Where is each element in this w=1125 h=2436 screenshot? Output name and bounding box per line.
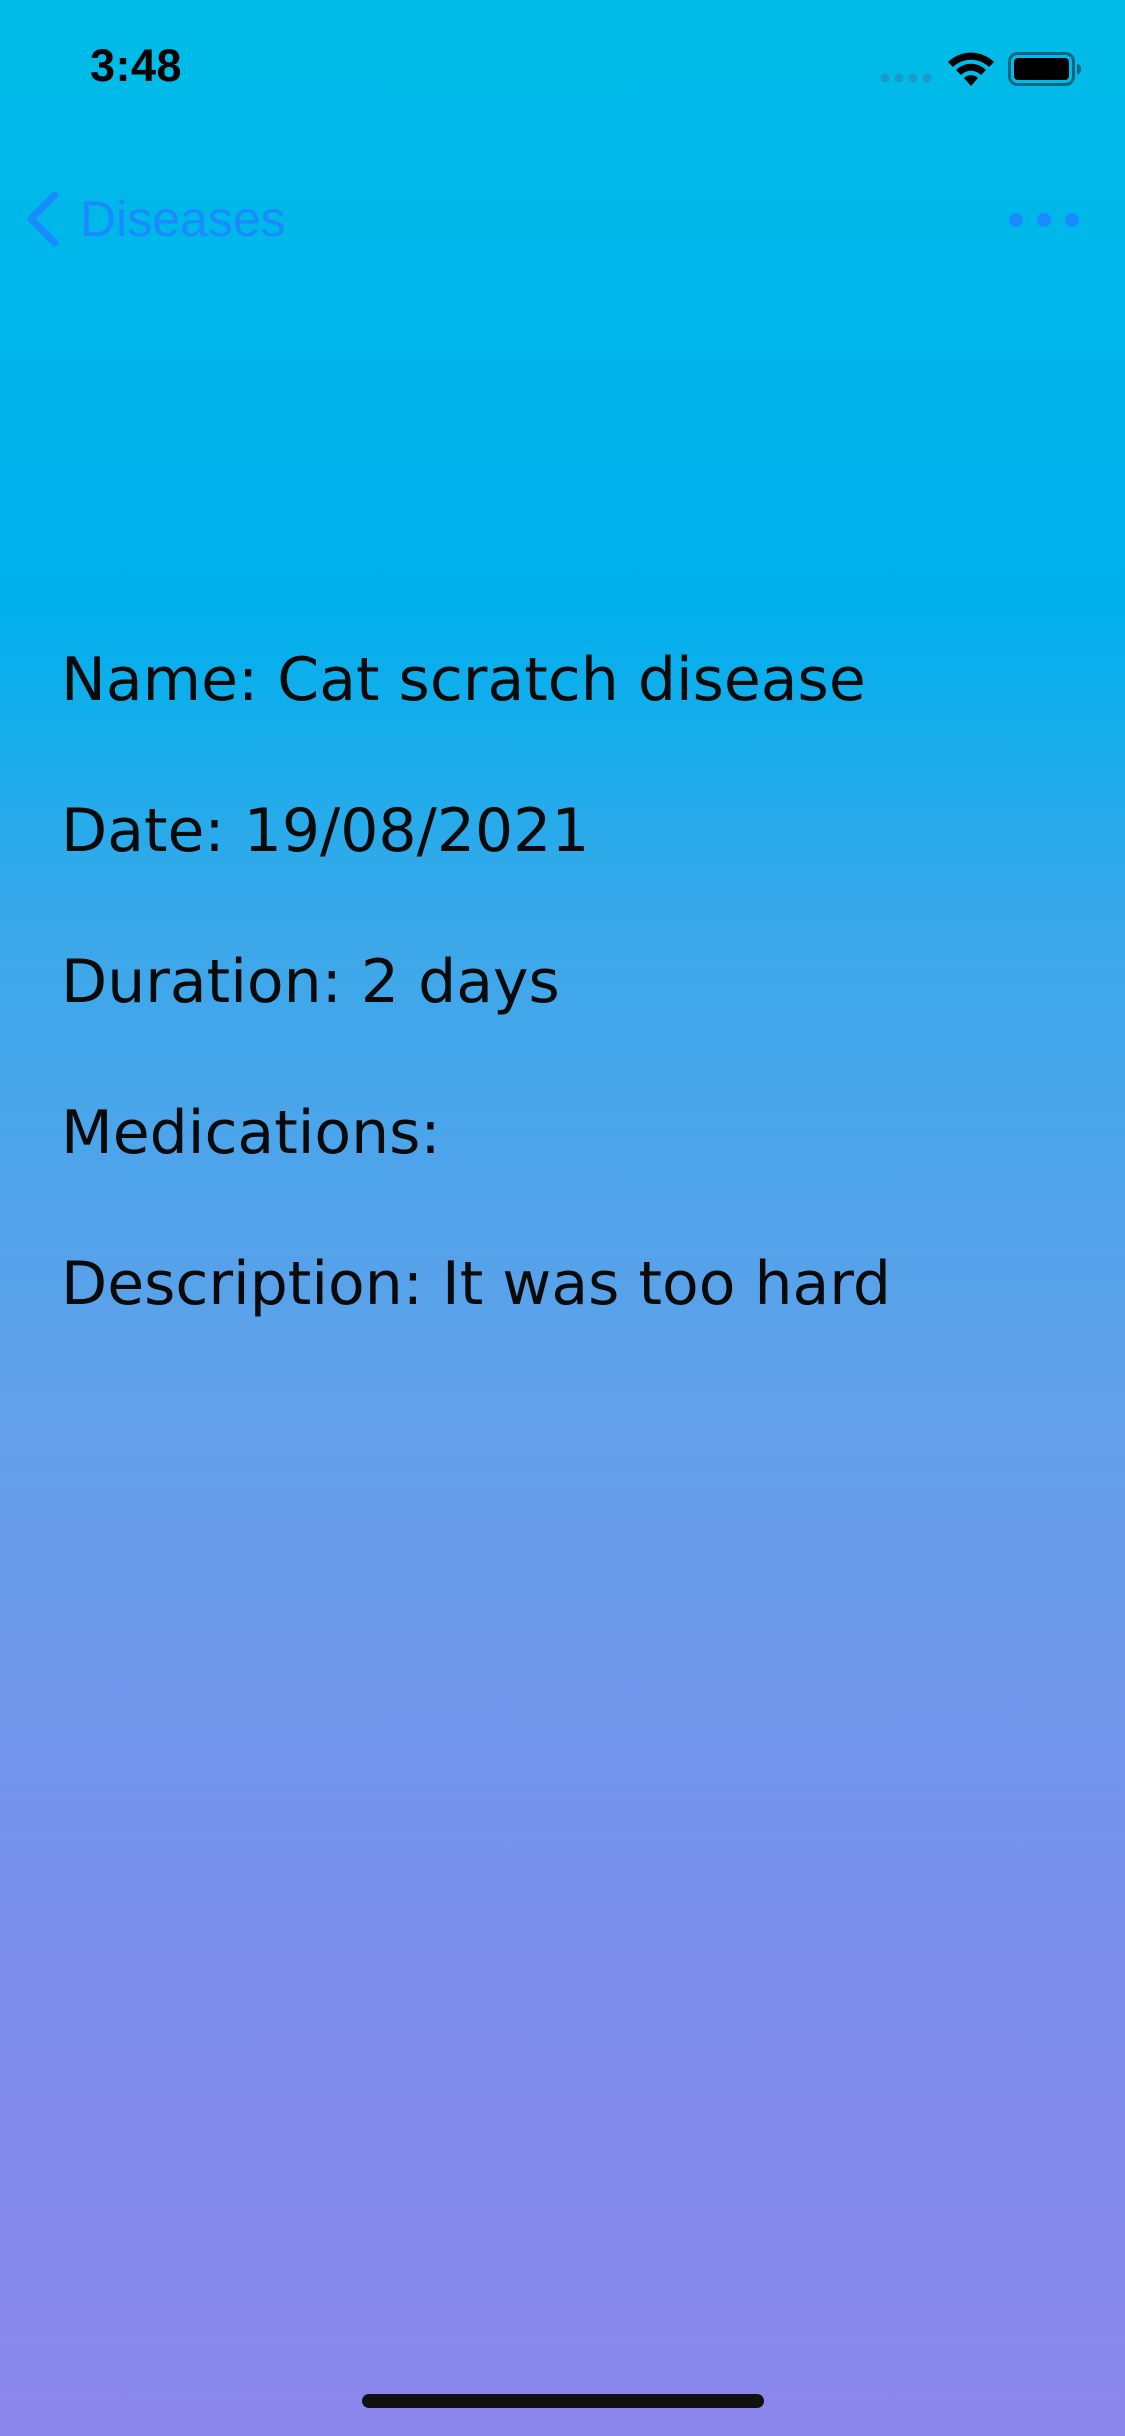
disease-medications: Medications: bbox=[61, 1098, 441, 1168]
disease-details: Name: Cat scratch disease Date: 19/08/20… bbox=[61, 640, 1061, 1395]
disease-duration: Duration: 2 days bbox=[61, 947, 560, 1017]
battery-icon bbox=[1008, 52, 1081, 86]
status-bar: 3:48 bbox=[0, 0, 1125, 132]
back-button[interactable]: Diseases bbox=[22, 186, 286, 252]
navigation-bar: Diseases bbox=[0, 160, 1125, 270]
chevron-left-icon bbox=[27, 191, 59, 247]
disease-detail-screen: 3:48 Diseases Name: Cat scratch disease … bbox=[0, 0, 1125, 2436]
home-indicator[interactable] bbox=[362, 2394, 764, 2408]
back-button-label: Diseases bbox=[80, 191, 286, 247]
wifi-icon bbox=[948, 52, 994, 86]
cellular-signal-icon bbox=[880, 73, 932, 83]
status-time: 3:48 bbox=[90, 40, 183, 91]
disease-name: Name: Cat scratch disease bbox=[61, 645, 866, 715]
disease-date: Date: 19/08/2021 bbox=[61, 796, 590, 866]
ellipsis-icon[interactable] bbox=[1006, 200, 1082, 240]
disease-description: Description: It was too hard bbox=[61, 1249, 891, 1319]
